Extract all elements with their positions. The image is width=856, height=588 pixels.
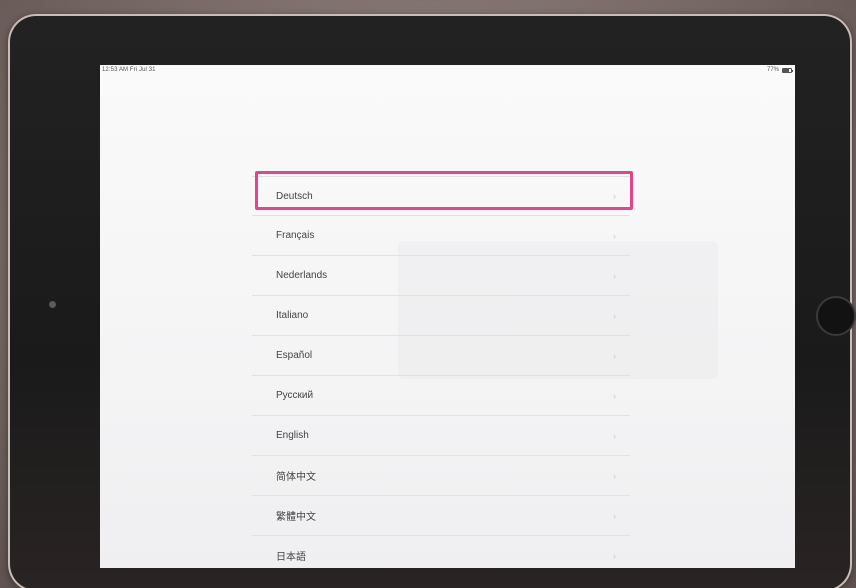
ipad-device: 12:53 AM Fri Jul 31 77% Deutsch › França… (8, 14, 856, 588)
language-item-russian[interactable]: Русский › (252, 376, 630, 416)
language-item-deutsch[interactable]: Deutsch › (252, 176, 630, 216)
chevron-right-icon: › (613, 390, 616, 401)
status-time: 12:53 AM Fri Jul 31 (102, 67, 156, 73)
battery-fill (783, 68, 790, 72)
language-item-italiano[interactable]: Italiano › (252, 296, 630, 336)
battery-tip (792, 69, 793, 72)
setup-screen: 12:53 AM Fri Jul 31 77% Deutsch › França… (100, 65, 795, 568)
language-label: English (276, 430, 309, 441)
chevron-right-icon: › (613, 430, 616, 441)
language-label: Español (276, 350, 313, 361)
language-item-espanol[interactable]: Español › (252, 336, 630, 376)
language-label: Nederlands (276, 270, 328, 281)
language-label: 繁體中文 (276, 512, 316, 523)
front-camera (49, 301, 56, 308)
language-item-traditional-chinese[interactable]: 繁體中文 › (252, 496, 630, 536)
chevron-right-icon: › (613, 350, 616, 361)
language-label: 日本語 (276, 552, 306, 563)
chevron-right-icon: › (613, 270, 616, 281)
language-list: Deutsch › Français › Nederlands › Italia… (252, 176, 630, 568)
language-item-nederlands[interactable]: Nederlands › (252, 256, 630, 296)
language-item-english[interactable]: English › (252, 416, 630, 456)
chevron-right-icon: › (613, 510, 616, 521)
chevron-right-icon: › (613, 310, 616, 321)
language-item-simplified-chinese[interactable]: 简体中文 › (252, 456, 630, 496)
battery-percent: 77% (766, 67, 779, 73)
chevron-right-icon: › (613, 230, 616, 241)
status-bar: 12:53 AM Fri Jul 31 77% (100, 65, 795, 79)
home-button[interactable] (816, 296, 856, 336)
chevron-right-icon: › (613, 550, 616, 561)
language-label: Italiano (276, 310, 309, 321)
status-battery-group: 77% (766, 67, 793, 73)
language-item-francais[interactable]: Français › (252, 216, 630, 256)
chevron-right-icon: › (613, 470, 616, 481)
language-label: Français (276, 230, 315, 241)
chevron-right-icon: › (613, 191, 616, 201)
language-label: Русский (276, 390, 314, 401)
language-label: 简体中文 (276, 472, 316, 483)
battery-icon (782, 67, 793, 73)
language-label: Deutsch (276, 190, 313, 202)
language-item-japanese[interactable]: 日本語 › (252, 536, 630, 568)
